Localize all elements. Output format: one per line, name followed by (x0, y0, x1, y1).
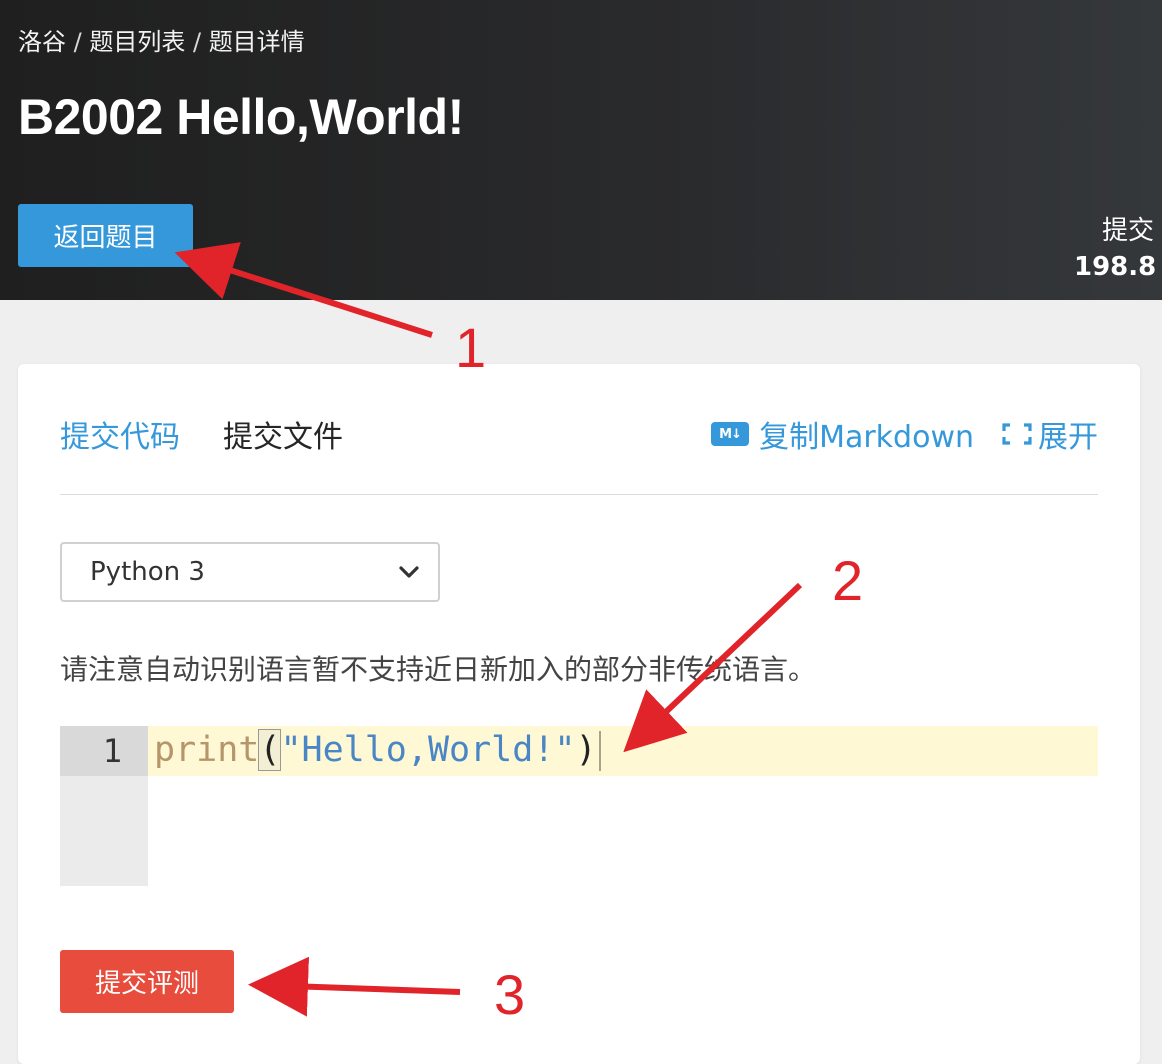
text-cursor (598, 731, 601, 771)
expand-link[interactable]: 展开 (1000, 412, 1098, 456)
annotation-number-2: 2 (832, 549, 864, 612)
breadcrumb-separator: / (66, 28, 90, 56)
page-header: 洛谷 / 题目列表 / 题目详情 B2002 Hello,World! 返回题目… (0, 0, 1162, 300)
breadcrumb-problem-detail: 题目详情 (208, 28, 305, 56)
breadcrumb: 洛谷 / 题目列表 / 题目详情 (18, 22, 305, 57)
page-title: B2002 Hello,World! (18, 89, 464, 145)
code-token-function: print (154, 730, 260, 770)
chevron-down-icon (399, 566, 419, 578)
breadcrumb-home[interactable]: 洛谷 (18, 28, 66, 56)
markdown-icon: M↓ (711, 422, 750, 446)
code-token-open-paren: ( (258, 729, 282, 771)
code-line[interactable]: print("Hello,World!") (148, 726, 1098, 776)
divider (60, 494, 1098, 495)
breadcrumb-separator: / (185, 28, 209, 56)
code-text: print("Hello,World!") (154, 729, 601, 771)
language-select[interactable]: Python 3 (60, 542, 440, 602)
tab-submit-file[interactable]: 提交文件 (223, 412, 343, 456)
tab-submit-code[interactable]: 提交代码 (60, 412, 180, 456)
language-notice: 请注意自动识别语言暂不支持近日新加入的部分非传统语言。 (60, 653, 817, 686)
submit-judge-button[interactable]: 提交评测 (60, 950, 234, 1013)
language-select-value: Python 3 (90, 557, 205, 587)
copy-markdown-label: 复制Markdown (759, 420, 974, 455)
submit-card: 提交代码 提交文件 M↓ 复制Markdown 展开 Python 3 请注意自… (18, 364, 1140, 1064)
code-token-string: "Hello,World!" (280, 730, 576, 770)
editor-gutter-active-line: 1 (60, 726, 148, 776)
code-editor[interactable]: 1 print("Hello,World!") (60, 726, 1098, 886)
annotation-number-3: 3 (494, 963, 526, 1026)
line-number: 1 (102, 732, 122, 770)
card-actions: M↓ 复制Markdown 展开 (711, 412, 1098, 456)
annotation-number-1: 1 (455, 316, 487, 379)
submission-stat-value: 198.8 (1074, 252, 1157, 282)
copy-markdown-link[interactable]: M↓ 复制Markdown (711, 412, 974, 456)
breadcrumb-problem-list[interactable]: 题目列表 (89, 28, 185, 56)
submission-stat-label: 提交 (1102, 216, 1155, 246)
expand-icon (1002, 423, 1032, 445)
expand-label: 展开 (1038, 420, 1098, 455)
code-token-close-paren: ) (575, 730, 597, 770)
back-to-problem-button[interactable]: 返回题目 (18, 204, 193, 267)
